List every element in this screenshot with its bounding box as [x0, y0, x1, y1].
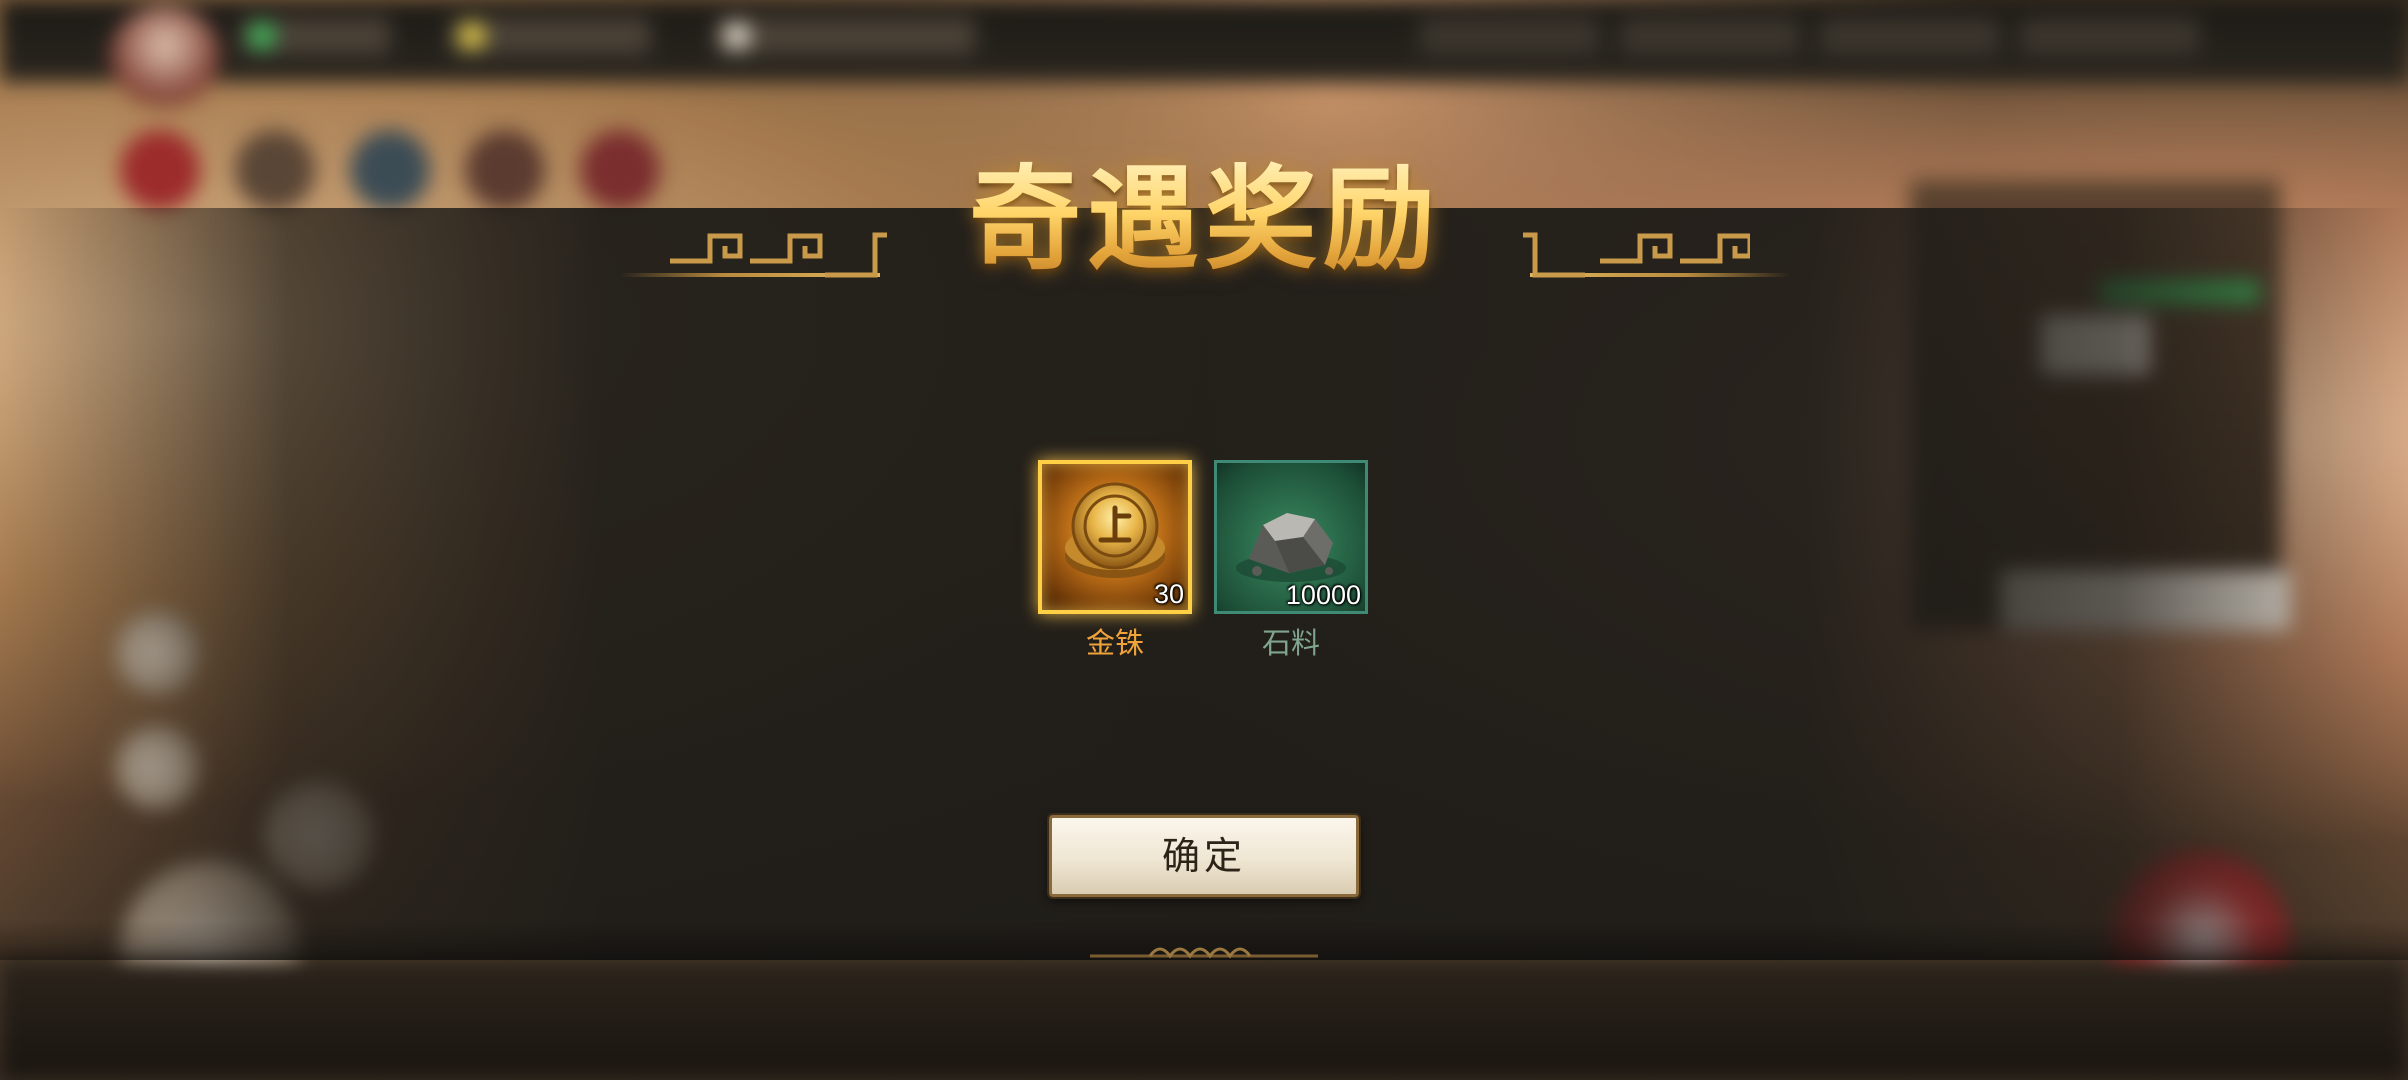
- bg-hero-chip-5: [580, 130, 660, 210]
- reward-count: 10000: [1285, 580, 1361, 610]
- bg-top-icon-3: [1820, 18, 2000, 54]
- reward-name-gold: 金铢: [1085, 626, 1144, 660]
- bg-bottom-bar: [0, 960, 2408, 1080]
- bg-player-avatar: [110, 6, 220, 106]
- scroll-ornament-right-icon: [1523, 232, 1750, 278]
- bg-hero-chip-1: [120, 130, 200, 210]
- scroll-ornament-left-icon: [670, 232, 887, 278]
- bg-top-icon-2: [1620, 18, 1800, 54]
- bg-hero-chip-2: [235, 130, 315, 210]
- bg-resource-1: [240, 18, 390, 54]
- bg-resource-3: [715, 18, 975, 54]
- game-screen: 奇遇奖励 30 金铢 10000 石料 确定: [0, 0, 2408, 1080]
- bg-top-icon-4: [2020, 18, 2200, 54]
- bg-top-icon-1: [1420, 18, 1600, 54]
- reward-list: 30 金铢 10000 石料: [1038, 460, 1378, 660]
- bg-hero-chip-3: [350, 130, 430, 210]
- confirm-button[interactable]: 确定: [1049, 815, 1359, 897]
- bg-resource-2: [450, 18, 650, 54]
- reward-count: 30: [1153, 579, 1184, 609]
- dialog-title: 奇遇奖励: [880, 150, 1530, 290]
- reward-name-stone: 石料: [1261, 626, 1320, 660]
- bg-hero-chip-4: [465, 130, 545, 210]
- bottom-ornament-icon: [1090, 947, 1318, 959]
- reward-item-stone[interactable]: 10000: [1214, 460, 1368, 614]
- reward-item-gold[interactable]: 30: [1038, 460, 1192, 614]
